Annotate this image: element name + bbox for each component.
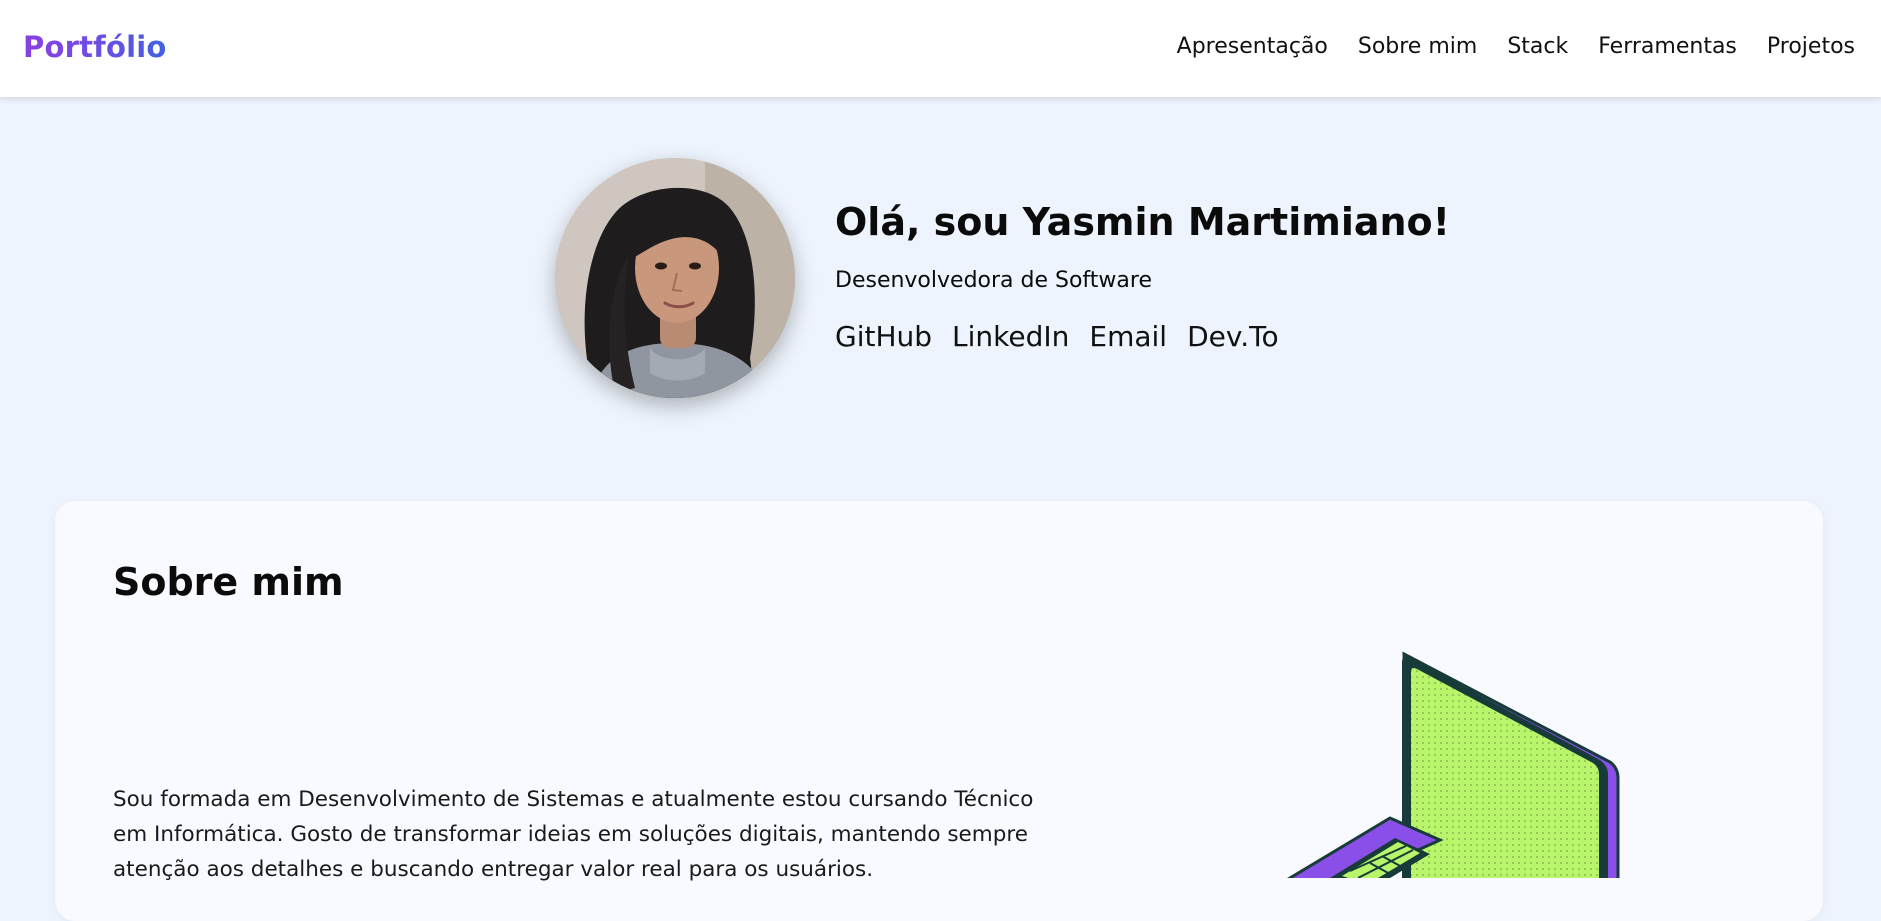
github-link[interactable]: GitHub xyxy=(835,320,932,353)
about-title: Sobre mim xyxy=(113,560,344,604)
laptop-illustration xyxy=(1264,650,1630,892)
linkedin-link[interactable]: LinkedIn xyxy=(952,320,1069,353)
hero-subtitle: Desenvolvedora de Software xyxy=(835,268,1152,293)
nav-link-projetos[interactable]: Projetos xyxy=(1767,34,1855,59)
hero-title: Olá, sou Yasmin Martimiano! xyxy=(835,200,1450,244)
about-text: Sou formada em Desenvolvimento de Sistem… xyxy=(113,787,1034,882)
profile-photo-icon xyxy=(555,158,795,398)
email-link[interactable]: Email xyxy=(1089,320,1167,353)
nav-link-apresentacao[interactable]: Apresentação xyxy=(1177,34,1328,59)
nav-link-sobre-mim[interactable]: Sobre mim xyxy=(1358,34,1477,59)
devto-link[interactable]: Dev.To xyxy=(1187,320,1279,353)
nav-link-stack[interactable]: Stack xyxy=(1507,34,1568,59)
social-links: GitHub LinkedIn Email Dev.To xyxy=(835,320,1279,353)
nav-link-ferramentas[interactable]: Ferramentas xyxy=(1598,34,1737,59)
top-navigation-bar: Portfólio Apresentação Sobre mim Stack F… xyxy=(0,0,1881,97)
profile-avatar xyxy=(555,158,795,398)
main-nav: Apresentação Sobre mim Stack Ferramentas… xyxy=(1177,34,1855,59)
laptop-icon xyxy=(1264,651,1620,892)
brand-logo[interactable]: Portfólio xyxy=(23,30,167,64)
